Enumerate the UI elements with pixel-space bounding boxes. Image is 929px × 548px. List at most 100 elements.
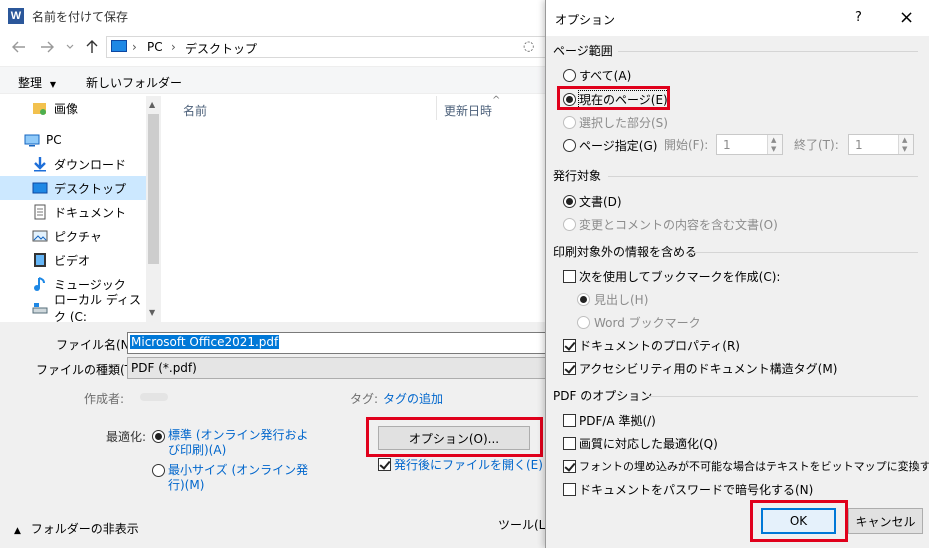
- column-header-name[interactable]: 名前: [183, 102, 207, 119]
- bitmap-text-checkbox[interactable]: [563, 460, 576, 473]
- encrypt-label[interactable]: ドキュメントをパスワードで暗号化する(N): [579, 481, 813, 498]
- music-icon: [32, 276, 48, 292]
- document-icon: [32, 204, 48, 220]
- refresh-icon[interactable]: ◌: [523, 39, 534, 54]
- nav-item-pictures-folder[interactable]: 画像: [0, 96, 146, 120]
- bookmark-word-radio: [577, 316, 590, 329]
- optimize-standard-label-2[interactable]: び印刷)(A): [168, 441, 226, 458]
- add-tag-link[interactable]: タグの追加: [383, 390, 443, 407]
- spin-up-icon: ▲: [771, 136, 777, 144]
- author-value-blurred[interactable]: [140, 393, 168, 401]
- structure-tags-checkbox[interactable]: [563, 362, 576, 375]
- nav-pane-scrollbar[interactable]: ▲ ▼: [146, 96, 161, 322]
- column-header-modified[interactable]: 更新日時: [444, 102, 492, 119]
- publish-document-label[interactable]: 文書(D): [579, 193, 622, 210]
- forward-arrow-icon[interactable]: [40, 41, 54, 53]
- page-start-arrows: ▲ ▼: [767, 135, 782, 154]
- pdfa-checkbox[interactable]: [563, 414, 576, 427]
- nav-item-local-disk[interactable]: ローカル ディスク (C:: [0, 293, 146, 324]
- create-bookmarks-checkbox[interactable]: [563, 270, 576, 283]
- highlight-options-button: [366, 417, 543, 457]
- page-range-all-radio[interactable]: [563, 69, 576, 82]
- page-end-label: 終了(T):: [794, 138, 839, 152]
- open-after-publish-checkbox[interactable]: [378, 458, 391, 471]
- nav-item-desktop[interactable]: デスクトップ: [0, 176, 146, 200]
- publish-document-radio[interactable]: [563, 195, 576, 208]
- sort-ascending-icon: ^: [492, 95, 501, 106]
- page-range-selection-label: 選択した部分(S): [579, 116, 668, 130]
- address-separator-icon: ›: [132, 40, 137, 54]
- address-segment-desktop[interactable]: デスクトップ: [185, 40, 257, 57]
- page-range-selection-radio: [563, 116, 576, 129]
- optimize-minimum-label-2[interactable]: 行)(M): [168, 476, 204, 493]
- pdfa-label[interactable]: PDF/A 準拠(/): [579, 412, 656, 429]
- optimize-standard-radio[interactable]: [152, 430, 165, 443]
- hide-folders-toggle[interactable]: ▲ フォルダーの非表示: [14, 520, 139, 537]
- document-properties-checkbox[interactable]: [563, 339, 576, 352]
- close-icon[interactable]: ×: [899, 7, 914, 28]
- file-name-value: Microsoft Office2021.pdf: [130, 335, 280, 349]
- non-printing-title: 印刷対象外の情報を含める: [553, 245, 698, 259]
- optimize-minimum-radio[interactable]: [152, 464, 165, 477]
- address-bar[interactable]: › PC › デスクトップ ◌: [106, 36, 546, 58]
- file-type-select[interactable]: PDF (*.pdf): [127, 357, 547, 379]
- options-dialog: オプション ? × ページ範囲 すべて(A) 現在のページ(E) 選択した部分(…: [545, 0, 929, 548]
- bitmap-text-label[interactable]: フォントの埋め込みが不可能な場合はテキストをビットマップに変換する(X): [579, 458, 929, 474]
- page-start-value: 1: [723, 138, 731, 152]
- up-arrow-icon[interactable]: [86, 40, 98, 54]
- publish-what-title: 発行対象: [553, 169, 602, 183]
- page-range-pages-label[interactable]: ページ指定(G): [579, 137, 657, 154]
- new-folder-button[interactable]: 新しいフォルダー: [86, 74, 182, 91]
- picture-icon: [32, 228, 48, 244]
- page-range-pages-radio[interactable]: [563, 139, 576, 152]
- publish-what-divider: [608, 176, 918, 177]
- scroll-down-icon[interactable]: ▼: [149, 308, 155, 317]
- column-divider[interactable]: [436, 96, 437, 120]
- page-start-label: 開始(F):: [664, 138, 709, 152]
- spin-down-icon: ▼: [771, 145, 777, 153]
- bookmark-headings-radio: [577, 293, 590, 306]
- nav-item-videos[interactable]: ビデオ: [0, 248, 146, 272]
- scroll-up-icon[interactable]: ▲: [149, 100, 155, 109]
- address-separator-icon: ›: [171, 40, 176, 54]
- bookmark-word-label: Word ブックマーク: [594, 316, 701, 330]
- image-quality-label[interactable]: 画質に対応した最適化(Q): [579, 435, 718, 452]
- publish-markup-label: 変更とコメントの内容を含む文書(O): [579, 218, 778, 232]
- cancel-button[interactable]: キャンセル: [848, 508, 923, 534]
- page-range-all-label[interactable]: すべて(A): [579, 67, 631, 84]
- nav-item-pictures[interactable]: ピクチャ: [0, 224, 146, 248]
- pictures-folder-icon: [32, 100, 48, 116]
- back-arrow-icon[interactable]: [12, 41, 26, 53]
- file-name-input[interactable]: Microsoft Office2021.pdf: [127, 332, 547, 354]
- disk-icon: [32, 300, 48, 316]
- page-start-spinner: 1 ▲ ▼: [716, 134, 783, 155]
- page-range-title: ページ範囲: [553, 44, 613, 58]
- nav-item-pc[interactable]: PC: [0, 128, 146, 152]
- file-type-label: ファイルの種類(T):: [36, 363, 141, 377]
- tools-menu[interactable]: ツール(L): [498, 516, 550, 533]
- document-properties-label[interactable]: ドキュメントのプロパティ(R): [579, 337, 740, 354]
- organize-menu[interactable]: 整理 ▼: [18, 74, 56, 91]
- encrypt-checkbox[interactable]: [563, 483, 576, 496]
- create-bookmarks-label[interactable]: 次を使用してブックマークを作成(C):: [579, 268, 780, 285]
- nav-item-downloads[interactable]: ダウンロード: [0, 152, 146, 176]
- scroll-thumb[interactable]: [148, 114, 159, 264]
- desktop-icon: [32, 180, 48, 196]
- page-end-arrows: ▲ ▼: [898, 135, 913, 154]
- open-after-publish-label[interactable]: 発行後にファイルを開く(E): [394, 456, 543, 473]
- options-titlebar: オプション ? ×: [546, 0, 929, 36]
- page-end-value: 1: [855, 138, 863, 152]
- pdf-options-divider: [646, 396, 918, 397]
- recent-dropdown-icon[interactable]: [66, 44, 74, 50]
- address-segment-pc[interactable]: PC: [147, 40, 163, 54]
- optimize-label: 最適化:: [106, 430, 147, 444]
- image-quality-checkbox[interactable]: [563, 437, 576, 450]
- pc-monitor-icon: [111, 40, 127, 52]
- bookmark-headings-label: 見出し(H): [594, 293, 649, 307]
- highlight-current-page: [557, 86, 670, 110]
- nav-item-documents[interactable]: ドキュメント: [0, 200, 146, 224]
- help-icon[interactable]: ?: [855, 10, 862, 25]
- structure-tags-label[interactable]: アクセシビリティ用のドキュメント構造タグ(M): [579, 360, 837, 377]
- chevron-down-icon: ▼: [49, 80, 56, 89]
- author-label: 作成者:: [84, 392, 125, 406]
